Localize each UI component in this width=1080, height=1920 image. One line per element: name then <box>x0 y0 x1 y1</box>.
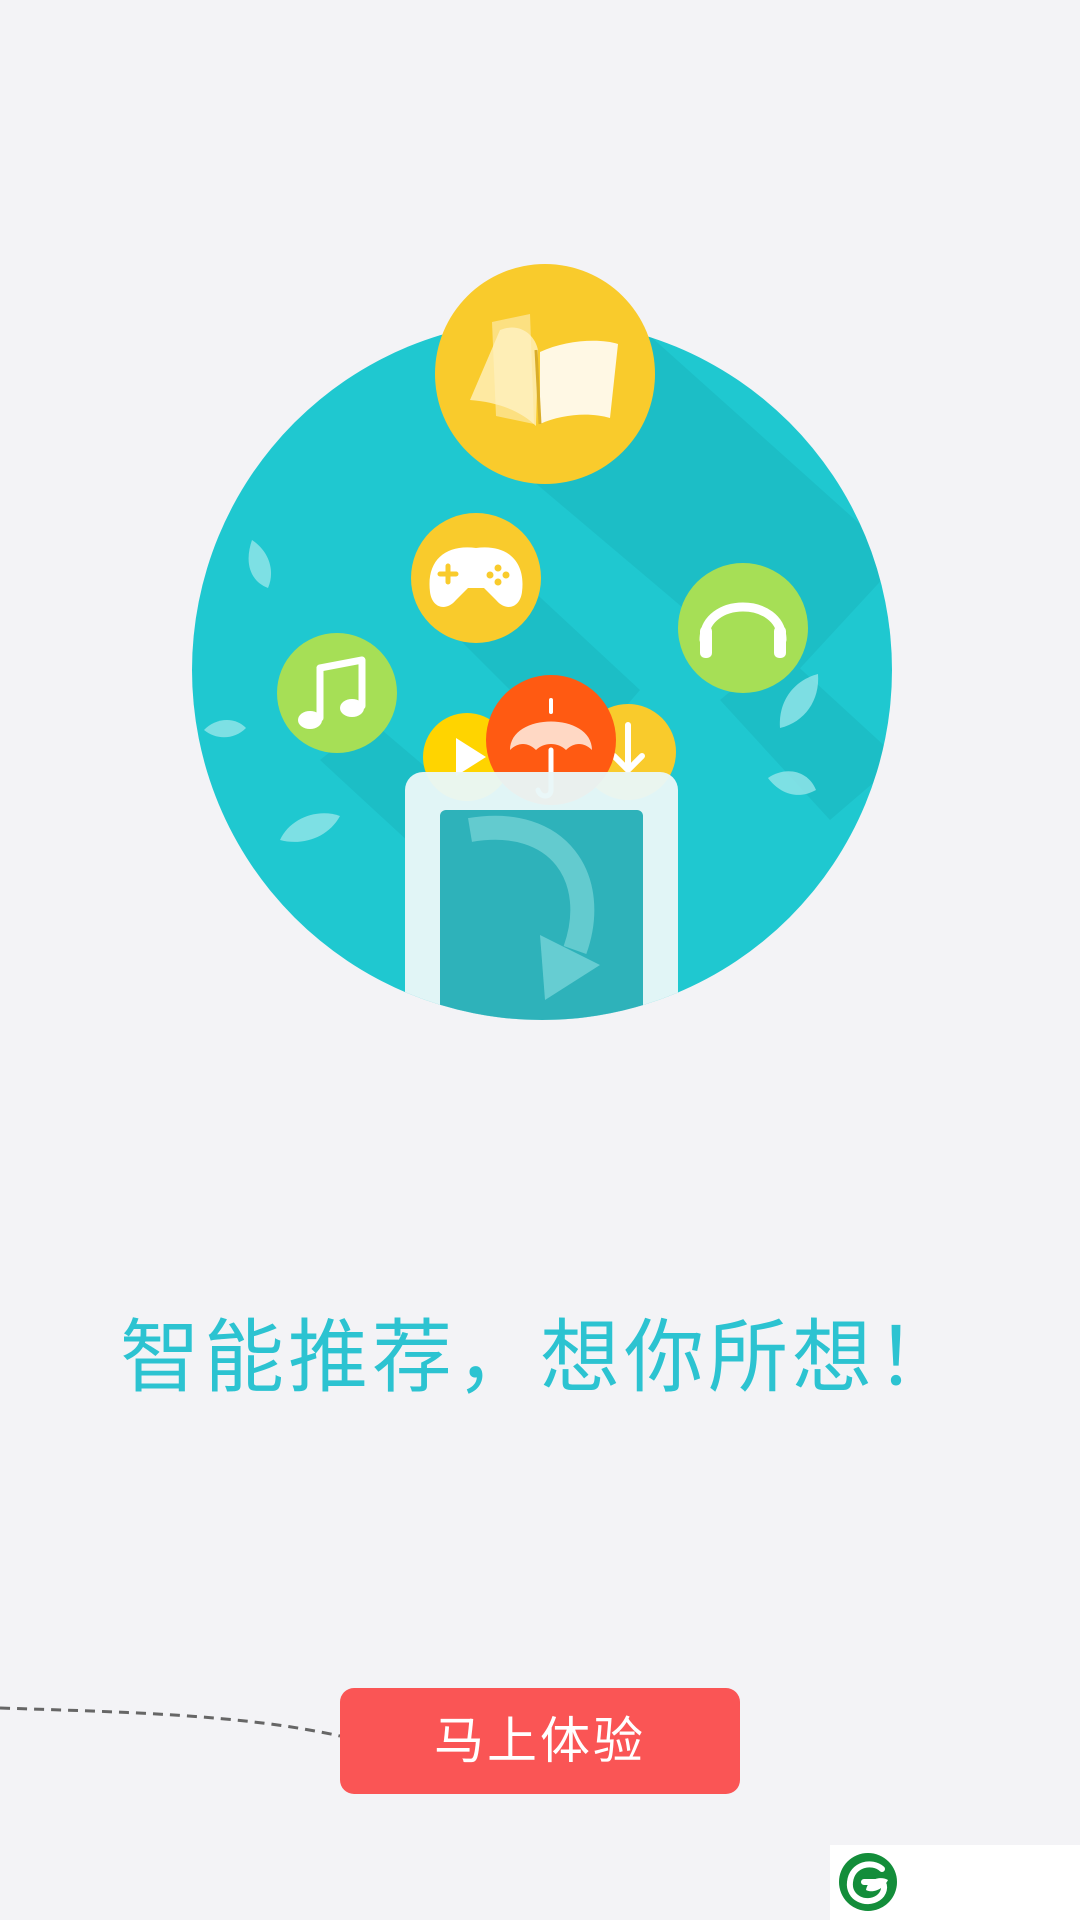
onboarding-screen: 智能推荐，想你所想！ 马上体验 <box>0 0 1080 1920</box>
tagline-text: 智能推荐，想你所想！ <box>120 1311 960 1404</box>
music-note-icon <box>277 633 397 753</box>
leaf-logo-icon <box>839 1853 897 1911</box>
phone-icon <box>405 772 678 1020</box>
hero-illustration <box>192 264 892 1020</box>
dashed-guide-line <box>0 1706 341 1738</box>
gamepad-icon <box>411 513 541 643</box>
brand-badge <box>830 1845 1080 1920</box>
book-icon <box>435 264 655 484</box>
headphones-icon <box>678 563 808 693</box>
try-now-button[interactable]: 马上体验 <box>340 1688 740 1794</box>
